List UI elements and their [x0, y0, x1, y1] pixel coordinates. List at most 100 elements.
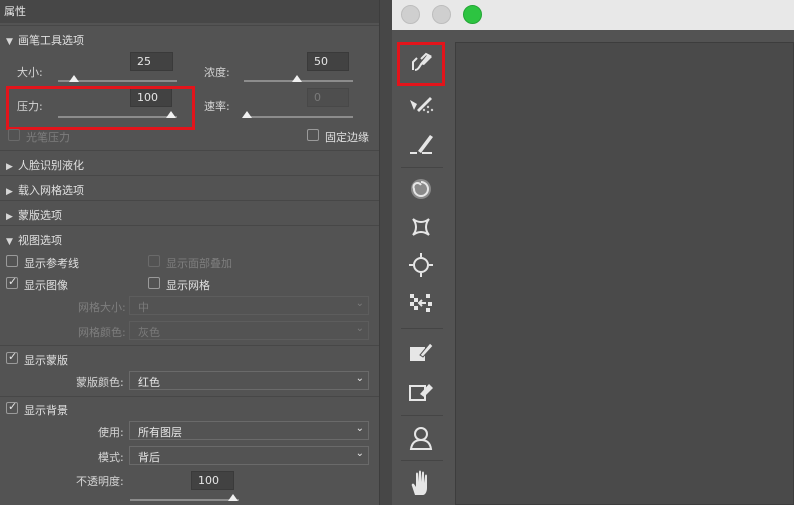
toolbar-divider — [401, 167, 443, 168]
mesh-size-label: 网格大小: — [78, 301, 126, 314]
thaw-mask-tool[interactable] — [397, 373, 445, 409]
mask-color-label: 蒙版颜色: — [76, 376, 124, 389]
pin-edges-checkbox[interactable] — [307, 129, 319, 141]
face-tool[interactable] — [397, 420, 445, 456]
show-mask-checkbox[interactable] — [6, 350, 18, 364]
smooth-icon — [410, 135, 433, 154]
show-image-label: 显示图像 — [24, 279, 68, 292]
reconstruct-tool[interactable] — [397, 87, 445, 123]
section-view-label: 视图选项 — [18, 234, 62, 247]
liquify-toolbar — [397, 34, 447, 505]
freeze-mask-icon — [410, 342, 434, 361]
size-slider-thumb[interactable] — [69, 75, 79, 82]
opacity-slider-track[interactable] — [130, 499, 239, 501]
rate-label: 速率: — [204, 100, 230, 113]
section-face-aware[interactable]: ▶ 人脸识别液化 — [0, 150, 379, 175]
smooth-tool[interactable] — [397, 126, 445, 162]
show-backdrop-checkbox[interactable] — [6, 400, 18, 414]
density-slider-thumb[interactable] — [292, 75, 302, 82]
section-mask-options[interactable]: ▶ 蒙版选项 — [0, 200, 379, 225]
minimize-window-button[interactable] — [432, 5, 451, 24]
divider — [0, 396, 379, 398]
thaw-mask-icon — [409, 384, 433, 401]
show-face-overlay-checkbox[interactable] — [148, 255, 160, 267]
bloat-icon — [409, 253, 433, 277]
bloat-tool[interactable] — [397, 247, 445, 283]
properties-panel: 属性 ▼ 画笔工具选项 大小: 25 浓度: 50 压力: 100 速率: 0 光… — [0, 0, 379, 505]
rate-input[interactable]: 0 — [307, 88, 349, 107]
mask-color-value: 红色 — [138, 376, 160, 389]
size-input[interactable]: 25 — [130, 52, 173, 71]
use-select[interactable]: 所有图层 ⌄ — [129, 421, 369, 440]
window-titlebar — [392, 0, 794, 30]
close-window-button[interactable] — [401, 5, 420, 24]
show-guides-label: 显示参考线 — [24, 257, 79, 270]
opacity-slider-thumb[interactable] — [228, 494, 238, 501]
chevron-down-icon: ⌄ — [355, 298, 364, 309]
chevron-down-icon: ⌄ — [355, 373, 364, 384]
opacity-input[interactable]: 100 — [191, 471, 234, 490]
reconstruct-icon — [410, 97, 434, 114]
twirl-clockwise-icon — [411, 179, 431, 199]
show-mesh-label: 显示网格 — [166, 279, 210, 292]
show-guides-checkbox[interactable] — [6, 255, 18, 267]
opacity-label: 不透明度: — [76, 475, 124, 488]
mesh-color-value: 灰色 — [138, 326, 160, 339]
panel-scrollbar[interactable] — [379, 0, 392, 505]
expand-triangle-icon: ▼ — [6, 237, 13, 247]
use-value: 所有图层 — [138, 426, 182, 439]
collapsed-triangle-icon: ▶ — [6, 187, 13, 197]
density-input[interactable]: 50 — [307, 52, 349, 71]
density-label: 浓度: — [204, 66, 230, 79]
push-left-icon — [410, 294, 432, 312]
stylus-pressure-checkbox[interactable] — [8, 129, 20, 141]
mesh-color-select[interactable]: 灰色 ⌄ — [129, 321, 369, 340]
face-tool-icon — [409, 427, 433, 450]
stylus-pressure-label: 光笔压力 — [26, 131, 70, 144]
rate-slider-track[interactable] — [244, 116, 353, 118]
show-face-overlay-label: 显示面部叠加 — [166, 257, 232, 270]
mask-color-select[interactable]: 红色 ⌄ — [129, 371, 369, 390]
twirl-clockwise-tool[interactable] — [397, 171, 445, 207]
section-mesh-label: 载入网格选项 — [18, 184, 84, 197]
section-brush-label: 画笔工具选项 — [18, 34, 84, 47]
freeze-mask-tool[interactable] — [397, 334, 445, 370]
expand-triangle-icon: ▼ — [6, 37, 13, 47]
section-load-mesh[interactable]: ▶ 载入网格选项 — [0, 175, 379, 200]
mode-select[interactable]: 背后 ⌄ — [129, 446, 369, 465]
chevron-down-icon: ⌄ — [355, 423, 364, 434]
toolbar-divider — [401, 460, 443, 461]
collapsed-triangle-icon: ▶ — [6, 212, 13, 222]
show-mesh-checkbox[interactable] — [148, 277, 160, 289]
pucker-icon — [412, 218, 430, 236]
section-face-label: 人脸识别液化 — [18, 159, 84, 172]
preview-canvas[interactable] — [455, 42, 794, 505]
divider — [0, 345, 379, 347]
pucker-tool[interactable] — [397, 209, 445, 245]
active-tool-highlight — [397, 42, 445, 86]
pressure-highlight-box — [6, 86, 195, 130]
panel-title: 属性 — [0, 0, 379, 23]
chevron-down-icon: ⌄ — [355, 323, 364, 334]
pin-edges-label: 固定边缘 — [325, 131, 369, 144]
push-left-tool[interactable] — [397, 285, 445, 321]
mesh-size-value: 中 — [138, 301, 149, 314]
hand-tool[interactable] — [397, 465, 445, 501]
show-backdrop-label: 显示背景 — [24, 404, 68, 417]
mesh-color-label: 网格颜色: — [78, 326, 126, 339]
mesh-size-select[interactable]: 中 ⌄ — [129, 296, 369, 315]
mode-label: 模式: — [98, 451, 124, 464]
size-label: 大小: — [17, 66, 43, 79]
show-image-checkbox[interactable] — [6, 275, 18, 289]
zoom-window-button[interactable] — [463, 5, 482, 24]
section-mask-label: 蒙版选项 — [18, 209, 62, 222]
show-mask-label: 显示蒙版 — [24, 354, 68, 367]
collapsed-triangle-icon: ▶ — [6, 162, 13, 172]
use-label: 使用: — [98, 426, 124, 439]
chevron-down-icon: ⌄ — [355, 448, 364, 459]
rate-slider-thumb[interactable] — [242, 111, 252, 118]
hand-icon — [411, 470, 427, 495]
toolbar-divider — [401, 328, 443, 329]
section-view-options[interactable]: ▼ 视图选项 — [0, 225, 379, 250]
section-brush-options[interactable]: ▼ 画笔工具选项 — [0, 25, 379, 50]
